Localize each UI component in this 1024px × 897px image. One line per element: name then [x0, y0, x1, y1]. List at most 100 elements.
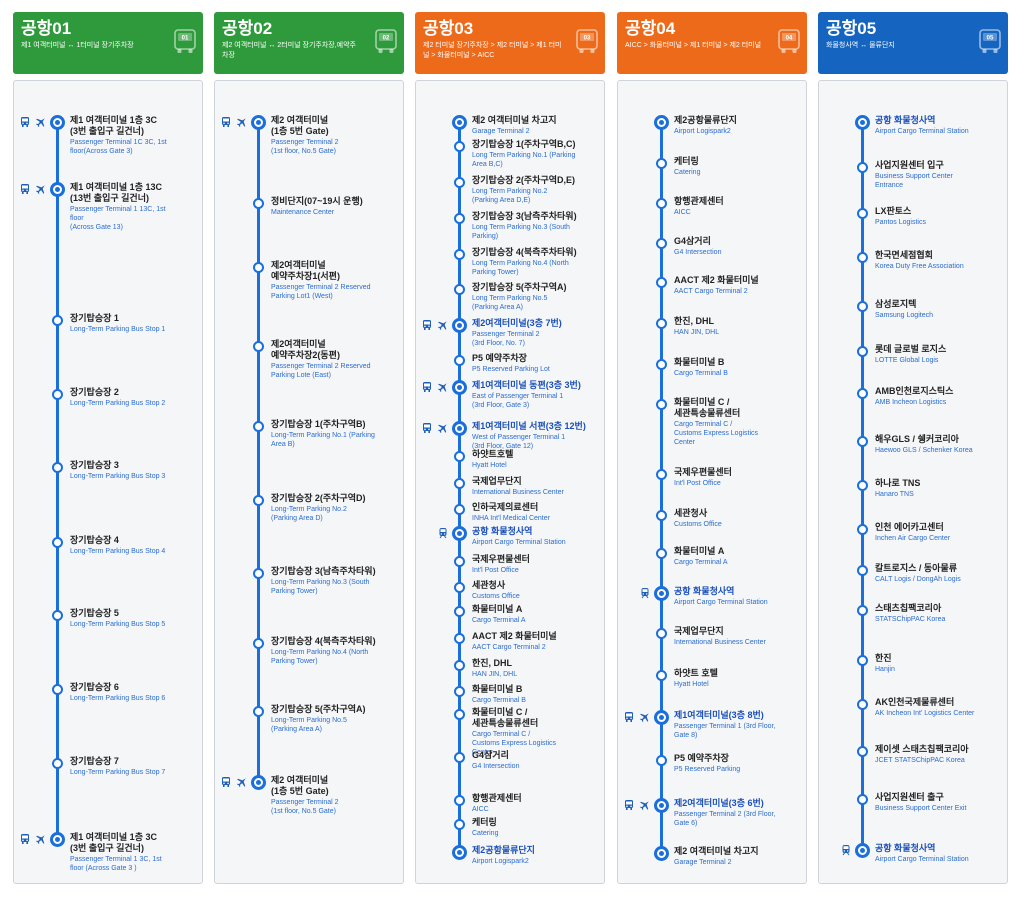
- bus-icon: 02: [375, 29, 397, 53]
- airplane-icon: [236, 778, 246, 788]
- stop-marker: [656, 158, 667, 169]
- stop-name-en: East of Passenger Terminal 1 (3rd Floor,…: [472, 393, 564, 409]
- route-header[interactable]: 공항05 화물청사역 ↔ 물류단지 05: [818, 12, 1008, 74]
- route-badge-number: 03: [584, 36, 591, 42]
- stop-label: 장기탑승장 1(주차구역B,C) Long Term Parking No.1 (…: [472, 139, 600, 169]
- stop-name-en: G4 Intersection: [472, 763, 520, 770]
- stop-name-en: P5 Reserved Parking Lot: [472, 366, 550, 373]
- route-badge-number: 01: [182, 36, 189, 42]
- stop-marker: [656, 548, 667, 559]
- stop-marker: [857, 699, 868, 710]
- stop-name-ko: 제2여객터미널(3층 6번): [674, 798, 764, 808]
- route-badge-number: 04: [786, 36, 793, 42]
- transfer-icons: [421, 527, 451, 539]
- stop-marker: [857, 605, 868, 616]
- stop-marker: [253, 198, 264, 209]
- airplane-icon: [35, 835, 45, 845]
- bus-icon: [21, 184, 29, 194]
- stop-name-en: Long-Term Parking No.1 (Parking Area B): [271, 432, 375, 448]
- stop-label: G4삼거리 G4 Intersection: [674, 236, 802, 257]
- stop-name-en: Long-Term Parking Bus Stop 4: [70, 548, 166, 555]
- route-header[interactable]: 공항02 제2 여객터미널 ↔ 2터미널 장기주차장,예약주차장 02: [214, 12, 404, 74]
- route-card-01: 공항01 제1 여객터미널 ↔ 1터미널 장기주차장 01 제1 여객터미널 1층 3…: [13, 12, 203, 884]
- route-bus-icon: 04: [778, 29, 800, 55]
- stop-name-ko: 세관청사: [674, 508, 708, 518]
- stop-marker: [656, 628, 667, 639]
- bus-icon: [423, 320, 431, 330]
- stop-marker: [656, 359, 667, 370]
- stop-name-ko: 장기탑승장 6: [70, 682, 119, 692]
- stop-marker: [656, 238, 667, 249]
- stop-name-ko: 장기탑승장 5(주차구역A): [472, 282, 567, 292]
- stop-marker: [52, 389, 63, 400]
- stop-name-ko: P5 예약주차장: [472, 353, 527, 363]
- stop-marker: [656, 399, 667, 410]
- stop-label: 한국면세점협회 Korea Duty Free Association: [875, 250, 1003, 271]
- stop-name-en: Long-Term Parking Bus Stop 2: [70, 400, 166, 407]
- stop-name-ko: AMB인천로지스틱스: [875, 386, 954, 396]
- stop-name-ko: 장기탑승장 1(주차구역B,C): [472, 139, 576, 149]
- airport-bus-route-board: 공항01 제1 여객터미널 ↔ 1터미널 장기주차장 01 제1 여객터미널 1층 3…: [0, 0, 1024, 897]
- stop-label: 공항 화물청사역 Airport Cargo Terminal Station: [674, 586, 802, 607]
- route-header[interactable]: 공항04 AICC > 화물터미널 > 제1 터미널 > 제2 터미널 04: [617, 12, 807, 74]
- airplane-icon: [639, 713, 649, 723]
- major-stop-marker: [654, 798, 669, 813]
- major-stop-marker: [654, 586, 669, 601]
- stop-name-ko: 제1 여객터미널 1층 13C (13번 출입구 길건너): [70, 182, 162, 203]
- route-header[interactable]: 공항01 제1 여객터미널 ↔ 1터미널 장기주차장 01: [13, 12, 203, 74]
- stop-name-ko: 제2 여객터미널 차고지: [674, 846, 759, 856]
- route-badge-number: 02: [383, 36, 390, 42]
- route-title: 공항04: [625, 19, 676, 38]
- stop-name-ko: 항행관제센터: [472, 793, 522, 803]
- airplane-icon: [35, 185, 45, 195]
- stop-name-en: AACT Cargo Terminal 2: [674, 288, 748, 295]
- stop-label: 정비단지(07~19시 운행) Maintenance Center: [271, 196, 399, 217]
- stop-label: 케터링 Catering: [674, 156, 802, 177]
- stop-name-ko: 해우GLS / 쉥커코리아: [875, 434, 959, 444]
- stop-marker: [656, 510, 667, 521]
- major-stop-marker: [50, 832, 65, 847]
- route-stop-list: 공항 화물청사역 Airport Cargo Terminal Station 사업…: [818, 80, 1008, 884]
- stop-label: 화물터미널 B Cargo Terminal B: [472, 684, 600, 705]
- stop-label: 스태츠칩팩코리아 STATSChipPAC Korea: [875, 603, 1003, 624]
- stop-marker: [454, 686, 465, 697]
- route-header[interactable]: 공항03 제2 터미널 장기주차장 > 제2 터미널 > 제1 터미널 > 화물터…: [415, 12, 605, 74]
- stop-name-ko: G4삼거리: [472, 750, 509, 760]
- stop-name-en: STATSChipPAC Korea: [875, 616, 946, 623]
- route-card-04: 공항04 AICC > 화물터미널 > 제1 터미널 > 제2 터미널 04 제2공항…: [617, 12, 807, 884]
- stop-name-en: Catering: [674, 169, 701, 176]
- stop-name-en: Passenger Terminal 2 (1st floor, No.5 Ga…: [271, 799, 339, 815]
- stop-name-en: Pantos Logistics: [875, 219, 926, 226]
- stop-name-ko: 장기탑승장 3(남측주차타워): [472, 211, 577, 221]
- stop-name-en: INHA Int'l Medical Center: [472, 515, 550, 522]
- stop-label: AACT 제2 화물터미널 AACT Cargo Terminal 2: [674, 275, 802, 296]
- stop-name-en: Airport Cargo Terminal Station: [674, 599, 768, 606]
- stop-marker: [454, 451, 465, 462]
- stop-label: 해우GLS / 쉥커코리아 Haewoo GLS / Schenker Korea: [875, 434, 1003, 455]
- stop-name-ko: 케터링: [472, 817, 497, 827]
- stop-name-ko: 장기탑승장 4(북측주차타워): [271, 636, 376, 646]
- stop-label: AK인천국제물류센터 AK Incheon Int' Logistics Cent…: [875, 697, 1003, 718]
- major-stop-marker: [654, 115, 669, 130]
- airplane-icon: [437, 424, 447, 434]
- stop-marker: [857, 388, 868, 399]
- stop-label: 장기탑승장 4(북측주차타워) Long Term Parking No.4 (N…: [472, 247, 600, 277]
- stop-name-en: Passenger Terminal 2 Reserved Parking Lo…: [271, 363, 371, 379]
- stop-name-en: Long Term Parking No.3 (South Parking): [472, 224, 570, 240]
- transfer-icons: [623, 711, 653, 723]
- stop-name-ko: 국제업무단지: [674, 626, 724, 636]
- stop-name-en: Airport Logispark2: [674, 128, 731, 135]
- stop-name-ko: 제2공항물류단지: [674, 115, 737, 125]
- stop-label: 삼성로지텍 Samsung Logitech: [875, 299, 1003, 320]
- stop-name-en: Cargo Terminal A: [674, 559, 728, 566]
- route-bus-icon: 01: [174, 29, 196, 55]
- stop-label: LX판토스 Pantos Logistics: [875, 206, 1003, 227]
- stop-name-ko: 사업지원센터 출구: [875, 792, 944, 802]
- stop-marker: [454, 504, 465, 515]
- bus-icon: [423, 423, 431, 433]
- stop-name-ko: 장기탑승장 4(북측주차타워): [472, 247, 577, 257]
- bus-icon: 03: [576, 29, 598, 53]
- stop-name-ko: 장기탑승장 2(주차구역D,E): [472, 175, 576, 185]
- stop-marker: [857, 794, 868, 805]
- stop-label: 장기탑승장 3(남측주차타워) Long-Term Parking No.3 (S…: [271, 566, 399, 596]
